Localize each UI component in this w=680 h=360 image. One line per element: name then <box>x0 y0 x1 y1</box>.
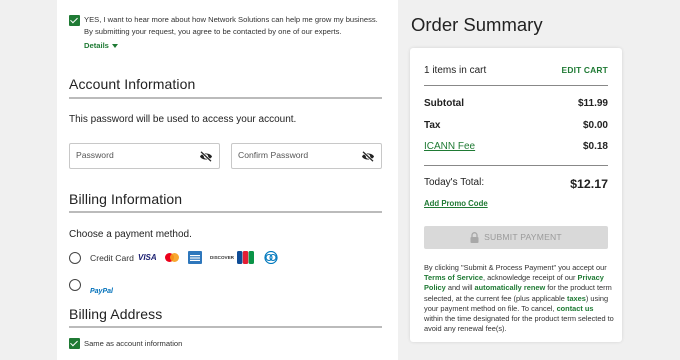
taxes-link[interactable]: taxes <box>567 294 586 303</box>
amex-logo <box>188 251 202 264</box>
icann-fee-value: $0.18 <box>582 141 608 152</box>
optin-line-1: YES, I want to hear more about how Netwo… <box>84 15 378 24</box>
account-info-heading: Account Information <box>69 76 196 92</box>
credit-card-radio[interactable] <box>69 252 81 264</box>
optin-text: YES, I want to hear more about how Netwo… <box>84 14 389 38</box>
paypal-logo: PayPal <box>90 288 113 295</box>
subtotal-label: Subtotal <box>424 98 464 109</box>
legal-disclaimer: By clicking "Submit & Process Payment" y… <box>424 263 614 334</box>
diners-logo <box>264 251 278 264</box>
password-input[interactable] <box>76 150 186 160</box>
confirm-password-field[interactable] <box>231 143 382 169</box>
section-divider <box>69 97 382 99</box>
details-toggle[interactable]: Details <box>84 41 118 50</box>
password-field[interactable] <box>69 143 220 169</box>
submit-payment-button[interactable]: SUBMIT PAYMENT <box>424 226 608 249</box>
icann-fee-link[interactable]: ICANN Fee <box>424 141 475 152</box>
legal-text: By clicking "Submit & Process Payment" y… <box>424 263 607 272</box>
subtotal-value: $11.99 <box>577 98 608 109</box>
tax-label: Tax <box>424 120 441 131</box>
details-label: Details <box>84 41 109 50</box>
icann-fee-row: ICANN Fee $0.18 <box>424 141 608 152</box>
automatically-renew-link[interactable]: automatically renew <box>475 283 546 292</box>
visa-logo: VISA <box>138 253 157 262</box>
terms-of-service-link[interactable]: Terms of Service <box>424 273 483 282</box>
total-row: Today's Total: $12.17 <box>424 177 608 191</box>
lock-icon <box>470 232 479 244</box>
paypal-radio[interactable] <box>69 279 81 291</box>
legal-text: within the time designated for the produ… <box>424 314 614 334</box>
contact-us-link[interactable]: contact us <box>557 304 594 313</box>
subtotal-row: Subtotal $11.99 <box>424 98 608 109</box>
billing-info-heading: Billing Information <box>69 191 183 207</box>
eye-off-icon[interactable] <box>361 151 375 162</box>
checkout-form-panel: YES, I want to hear more about how Netwo… <box>57 0 398 360</box>
billing-address-heading: Billing Address <box>69 306 163 322</box>
items-in-cart: 1 items in cart <box>424 65 487 76</box>
jcb-logo <box>237 251 254 264</box>
mastercard-logo <box>165 253 179 262</box>
optin-checkbox[interactable] <box>69 15 80 26</box>
legal-text: , acknowledge receipt of our <box>483 273 578 283</box>
chevron-down-icon <box>111 44 118 48</box>
section-divider <box>69 326 382 328</box>
submit-payment-label: SUBMIT PAYMENT <box>484 231 562 242</box>
credit-card-label: Credit Card <box>90 253 134 263</box>
legal-text: and will <box>445 283 475 293</box>
section-divider <box>69 211 382 213</box>
discover-logo: DISCOVER <box>210 255 234 260</box>
same-as-account-label: Same as account information <box>84 339 183 348</box>
summary-divider <box>424 85 608 86</box>
total-value: $12.17 <box>570 177 608 191</box>
optin-line-2: By submitting your request, you agree to… <box>84 27 342 36</box>
confirm-password-input[interactable] <box>238 150 348 160</box>
edit-cart-link[interactable]: EDIT CART <box>562 65 608 75</box>
cart-items-row: 1 items in cart EDIT CART <box>424 65 608 76</box>
same-as-account-checkbox[interactable] <box>69 338 80 349</box>
add-promo-code-link[interactable]: Add Promo Code <box>424 199 488 208</box>
tax-value: $0.00 <box>582 120 608 131</box>
order-summary-title: Order Summary <box>411 14 543 35</box>
summary-divider <box>424 165 608 166</box>
total-label: Today's Total: <box>424 177 485 188</box>
payment-method-prompt: Choose a payment method. <box>69 229 192 240</box>
eye-off-icon[interactable] <box>199 151 213 162</box>
order-summary-card: 1 items in cart EDIT CART Subtotal $11.9… <box>410 48 622 342</box>
order-summary-panel: Order Summary 1 items in cart EDIT CART … <box>398 0 680 360</box>
tax-row: Tax $0.00 <box>424 120 608 131</box>
password-description: This password will be used to access you… <box>69 114 297 125</box>
